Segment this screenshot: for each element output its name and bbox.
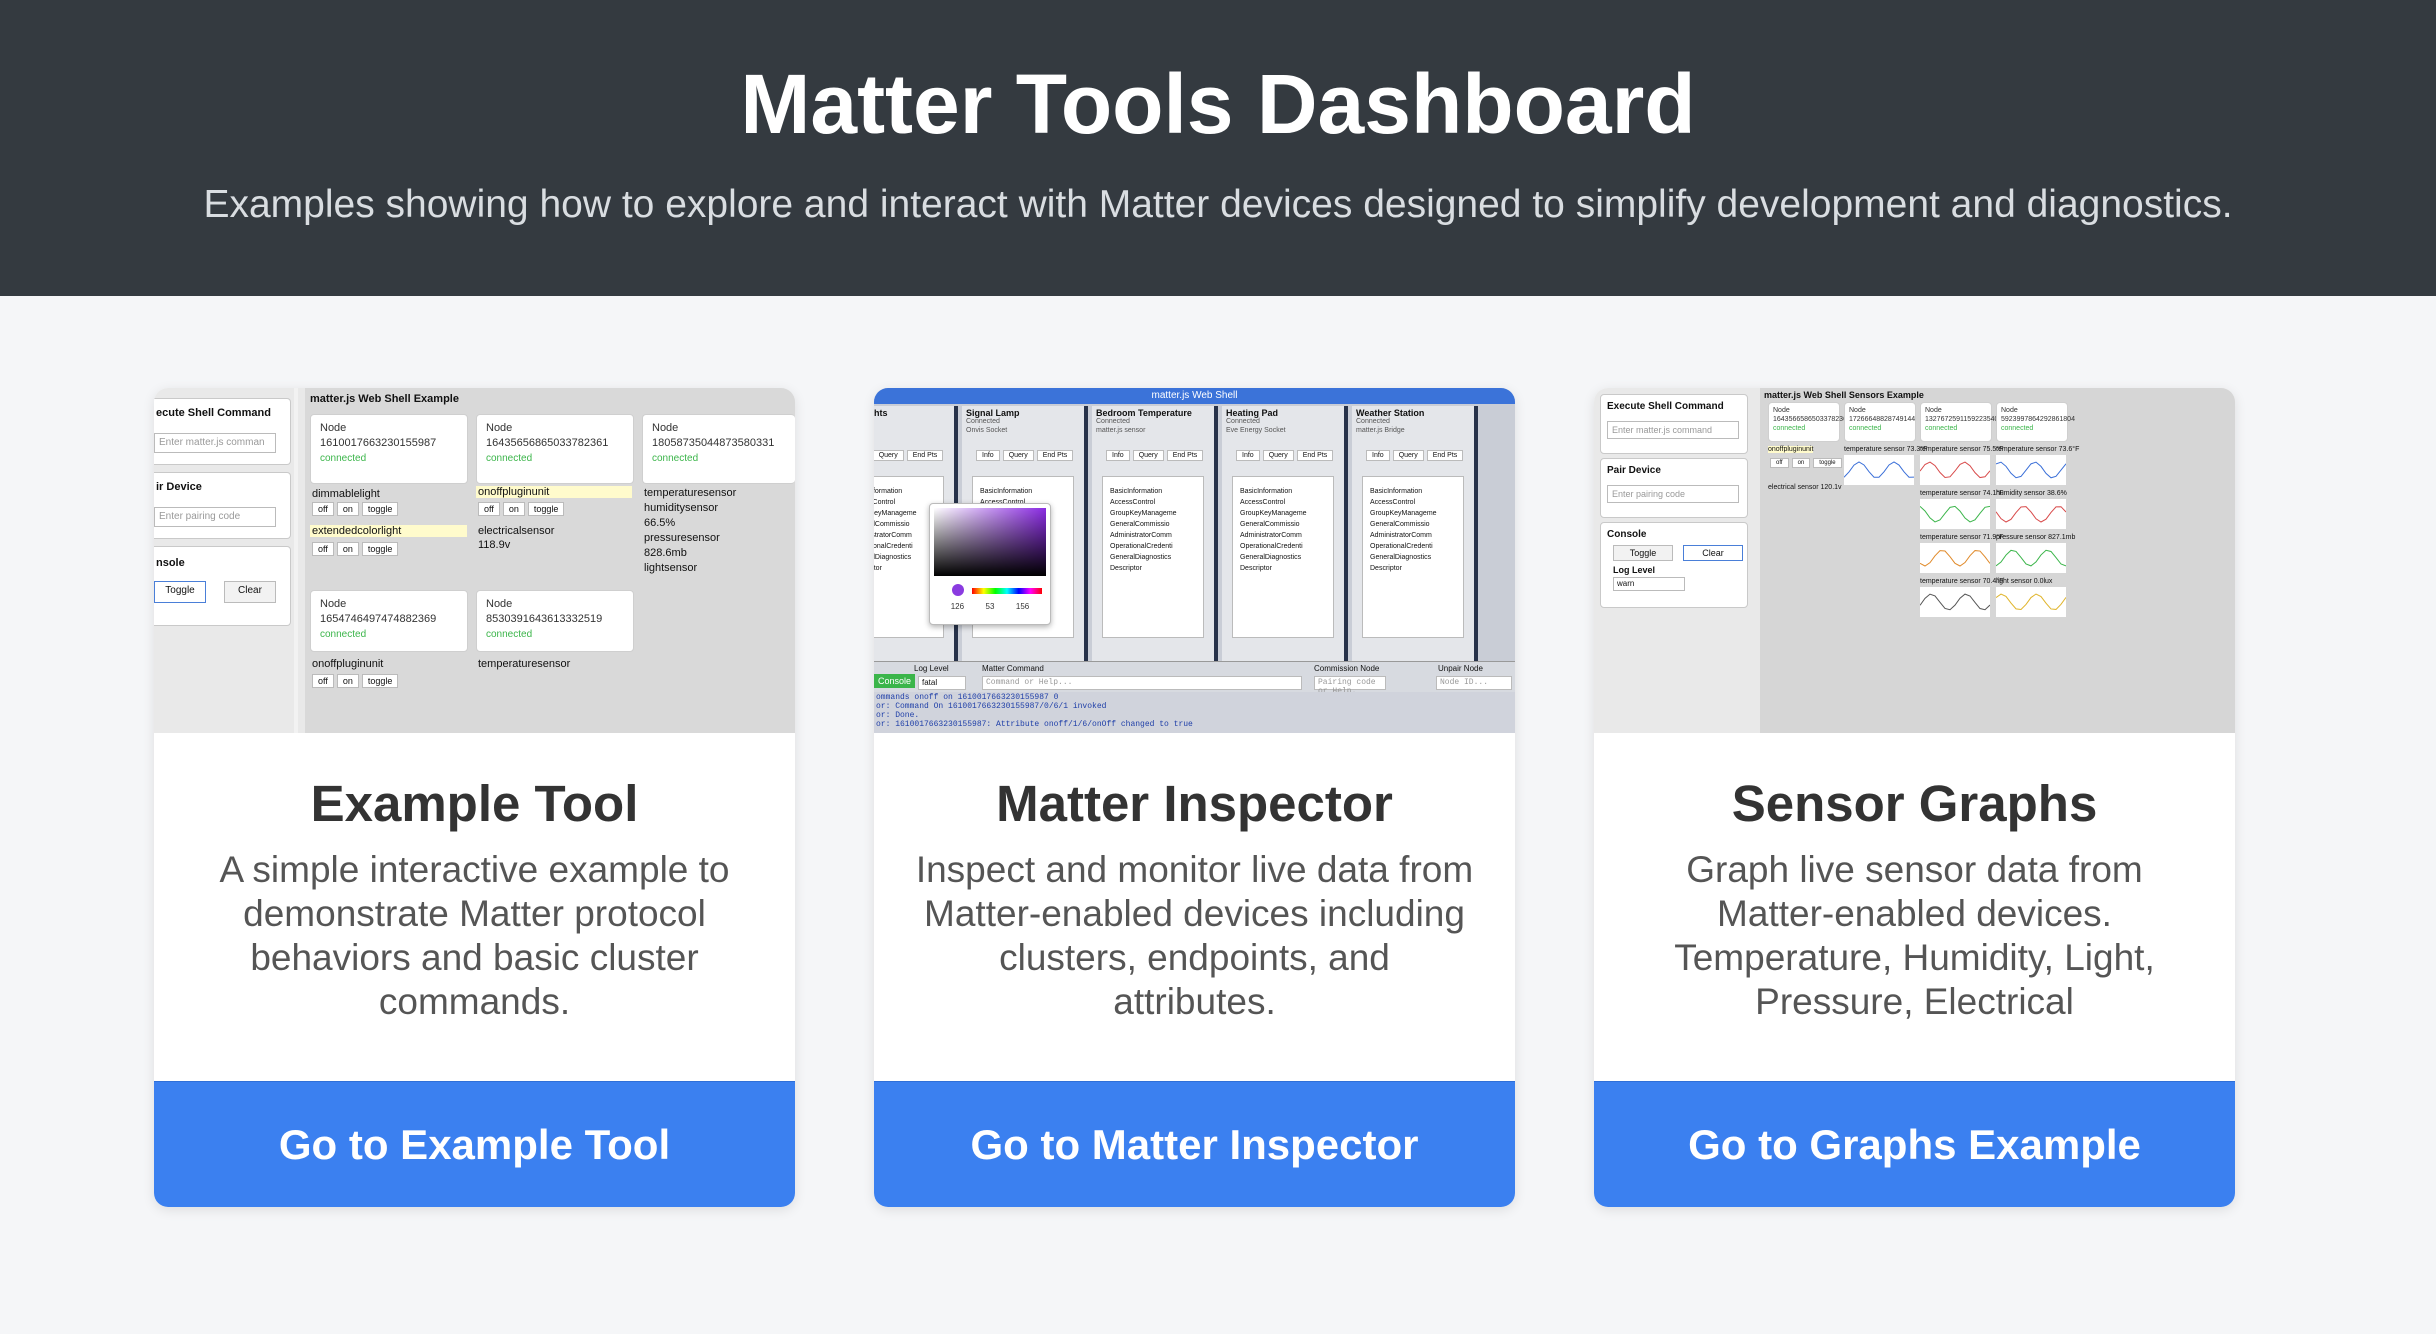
cards-container: ecute Shell Command Enter matter.js comm… xyxy=(0,296,2436,1334)
console-tab: Console xyxy=(874,674,916,688)
sensor-reading-label: light sensor 0.0lux xyxy=(1996,578,2053,585)
cluster-item[interactable]: Descriptor xyxy=(1240,563,1307,574)
cluster-item[interactable]: GeneralDiagnostics xyxy=(874,552,917,563)
sensor-sparkline-line xyxy=(1844,461,1914,478)
sensor-reading-label: pressure sensor 827.1mb xyxy=(1996,534,2076,541)
cluster-item[interactable]: AdministratorComm xyxy=(874,530,917,541)
pairing-code-input: Enter pairing code xyxy=(154,507,276,527)
page-subtitle: Examples showing how to explore and inte… xyxy=(203,183,2233,226)
cluster-item[interactable]: GeneralDiagnostics xyxy=(1110,552,1177,563)
cluster-item[interactable]: AdministratorComm xyxy=(1240,530,1307,541)
cluster-item[interactable]: GroupKeyManageme xyxy=(874,508,917,519)
sensor-sparkline xyxy=(1996,499,2066,529)
shell-command-input: Enter matter.js comman xyxy=(154,433,276,453)
page-header: Matter Tools Dashboard Examples showing … xyxy=(0,0,2436,296)
preview-heading: matter.js Web Shell Example xyxy=(310,393,459,405)
cluster-item[interactable]: Descriptor xyxy=(1370,563,1437,574)
sensor-sparkline xyxy=(1844,455,1914,485)
cluster-item[interactable]: BasicInformation xyxy=(1240,486,1307,497)
sensor-reading-label: temperature sensor 73.6°F xyxy=(1996,446,2080,453)
card-title: Example Tool xyxy=(310,775,639,832)
sensor-graphs-preview: Execute Shell Command Enter matter.js co… xyxy=(1594,388,2235,733)
sensor-reading-label: temperature sensor 71.9°F xyxy=(1920,534,2004,541)
sensor-node-card: Node 13276725911592235408 connected xyxy=(1920,402,2002,442)
sensor-sparkline xyxy=(1996,455,2066,485)
sensor-reading-label: temperature sensor 75.5°F xyxy=(1920,446,2004,453)
cluster-item[interactable]: AccessControl xyxy=(1240,497,1307,508)
cluster-item[interactable]: Descriptor xyxy=(874,563,917,574)
go-to-graphs-example-button[interactable]: Go to Graphs Example xyxy=(1594,1081,2235,1207)
cluster-item[interactable]: OperationalCredenti xyxy=(1240,541,1307,552)
cluster-item[interactable]: BasicInformation xyxy=(874,486,917,497)
sensor-sparkline xyxy=(1920,587,1990,617)
sensor-sparkline xyxy=(1996,543,2066,573)
example-tool-preview: ecute Shell Command Enter matter.js comm… xyxy=(154,388,795,733)
sensor-sparkline xyxy=(1920,499,1990,529)
card-description: Graph live sensor data from Matter-enabl… xyxy=(1674,849,2155,1022)
inspector-device-column: Heating Pad Connected Eve Energy Socket Inf… xyxy=(1222,406,1348,661)
card-title: Matter Inspector xyxy=(996,775,1393,832)
sensor-reading-label: temperature sensor 70.4°F xyxy=(1920,578,2004,585)
cluster-item[interactable]: GeneralCommissio xyxy=(874,519,917,530)
sensor-sparkline-line xyxy=(1996,506,2066,523)
sensor-sparkline-line xyxy=(1920,550,1990,567)
cluster-item[interactable]: GroupKeyManageme xyxy=(1110,508,1177,519)
matter-inspector-preview: matter.js Web Shell eway Lightsectedll S… xyxy=(874,388,1515,733)
card-title: Sensor Graphs xyxy=(1731,775,2098,832)
page-title: Matter Tools Dashboard xyxy=(740,57,1696,151)
sensor-reading-label: temperature sensor 73.3°F xyxy=(1844,446,1928,453)
cluster-item[interactable]: AccessControl xyxy=(1110,497,1177,508)
card-sensor-graphs: Execute Shell Command Enter matter.js co… xyxy=(1594,388,2235,1207)
cluster-item[interactable]: AdministratorComm xyxy=(1370,530,1437,541)
sensor-sparkline-line xyxy=(1996,461,2066,479)
card-description: Inspect and monitor live data from Matte… xyxy=(915,849,1474,1022)
card-description: A simple interactive example to demonstr… xyxy=(219,849,730,1022)
sensor-sparkline xyxy=(1920,543,1990,573)
cluster-item[interactable]: GroupKeyManageme xyxy=(1240,508,1307,519)
sensor-sparkline xyxy=(1920,455,1990,485)
cluster-item[interactable]: Descriptor xyxy=(1110,563,1177,574)
cluster-item[interactable]: OperationalCredenti xyxy=(1370,541,1437,552)
cluster-item[interactable]: OperationalCredenti xyxy=(874,541,917,552)
sensor-sparkline-line xyxy=(1920,461,1990,479)
sensor-node-card: Node 16435665865033782361 connected xyxy=(1768,402,1851,442)
card-example-tool: ecute Shell Command Enter matter.js comm… xyxy=(154,388,795,1207)
cluster-item[interactable]: AccessControl xyxy=(874,497,917,508)
cluster-item[interactable]: AdministratorComm xyxy=(1110,530,1177,541)
sensor-sparkline xyxy=(1996,587,2066,617)
cluster-item[interactable]: AccessControl xyxy=(1370,497,1437,508)
sensor-sparkline-line xyxy=(1920,593,1990,611)
sensor-sparkline-line xyxy=(1996,593,2066,611)
console-log: ommands onoff on 1610017663230155987 0 o… xyxy=(874,692,1515,733)
cluster-item[interactable]: BasicInformation xyxy=(1370,486,1437,497)
sensor-node-card: Node 5923997864292861804 connected xyxy=(1996,402,2075,442)
go-to-example-tool-button[interactable]: Go to Example Tool xyxy=(154,1081,795,1207)
sensor-reading-label: onoffpluginunit xyxy=(1768,446,1814,453)
sensor-sparkline-line xyxy=(1920,505,1990,523)
sensor-sparkline-line xyxy=(1996,549,2066,567)
cluster-item[interactable]: GeneralCommissio xyxy=(1110,519,1177,530)
cluster-item[interactable]: GeneralDiagnostics xyxy=(1370,552,1437,563)
cluster-item[interactable]: OperationalCredenti xyxy=(1110,541,1177,552)
card-matter-inspector: matter.js Web Shell eway Lightsectedll S… xyxy=(874,388,1515,1207)
cluster-item[interactable]: GeneralCommissio xyxy=(1370,519,1437,530)
sensor-node-card: Node 17266648828749144 connected xyxy=(1844,402,1916,442)
cluster-item[interactable]: GeneralDiagnostics xyxy=(1240,552,1307,563)
cluster-item[interactable]: GroupKeyManageme xyxy=(1370,508,1437,519)
cluster-item[interactable]: BasicInformation xyxy=(980,486,1047,497)
cluster-item[interactable]: BasicInformation xyxy=(1110,486,1177,497)
go-to-matter-inspector-button[interactable]: Go to Matter Inspector xyxy=(874,1081,1515,1207)
inspector-device-column: Weather Station Connected matter.js Bridge… xyxy=(1352,406,1478,661)
color-picker-popup[interactable]: 126 53 156 xyxy=(929,503,1051,625)
sensor-reading-label: electrical sensor 120.1v xyxy=(1768,484,1842,491)
cluster-item[interactable]: GeneralCommissio xyxy=(1240,519,1307,530)
sensor-reading-label: humidity sensor 38.6% xyxy=(1996,490,2067,497)
inspector-device-column: Bedroom Temperature Connected matter.js se… xyxy=(1092,406,1218,661)
sensor-reading-label: temperature sensor 74.1°F xyxy=(1920,490,2004,497)
